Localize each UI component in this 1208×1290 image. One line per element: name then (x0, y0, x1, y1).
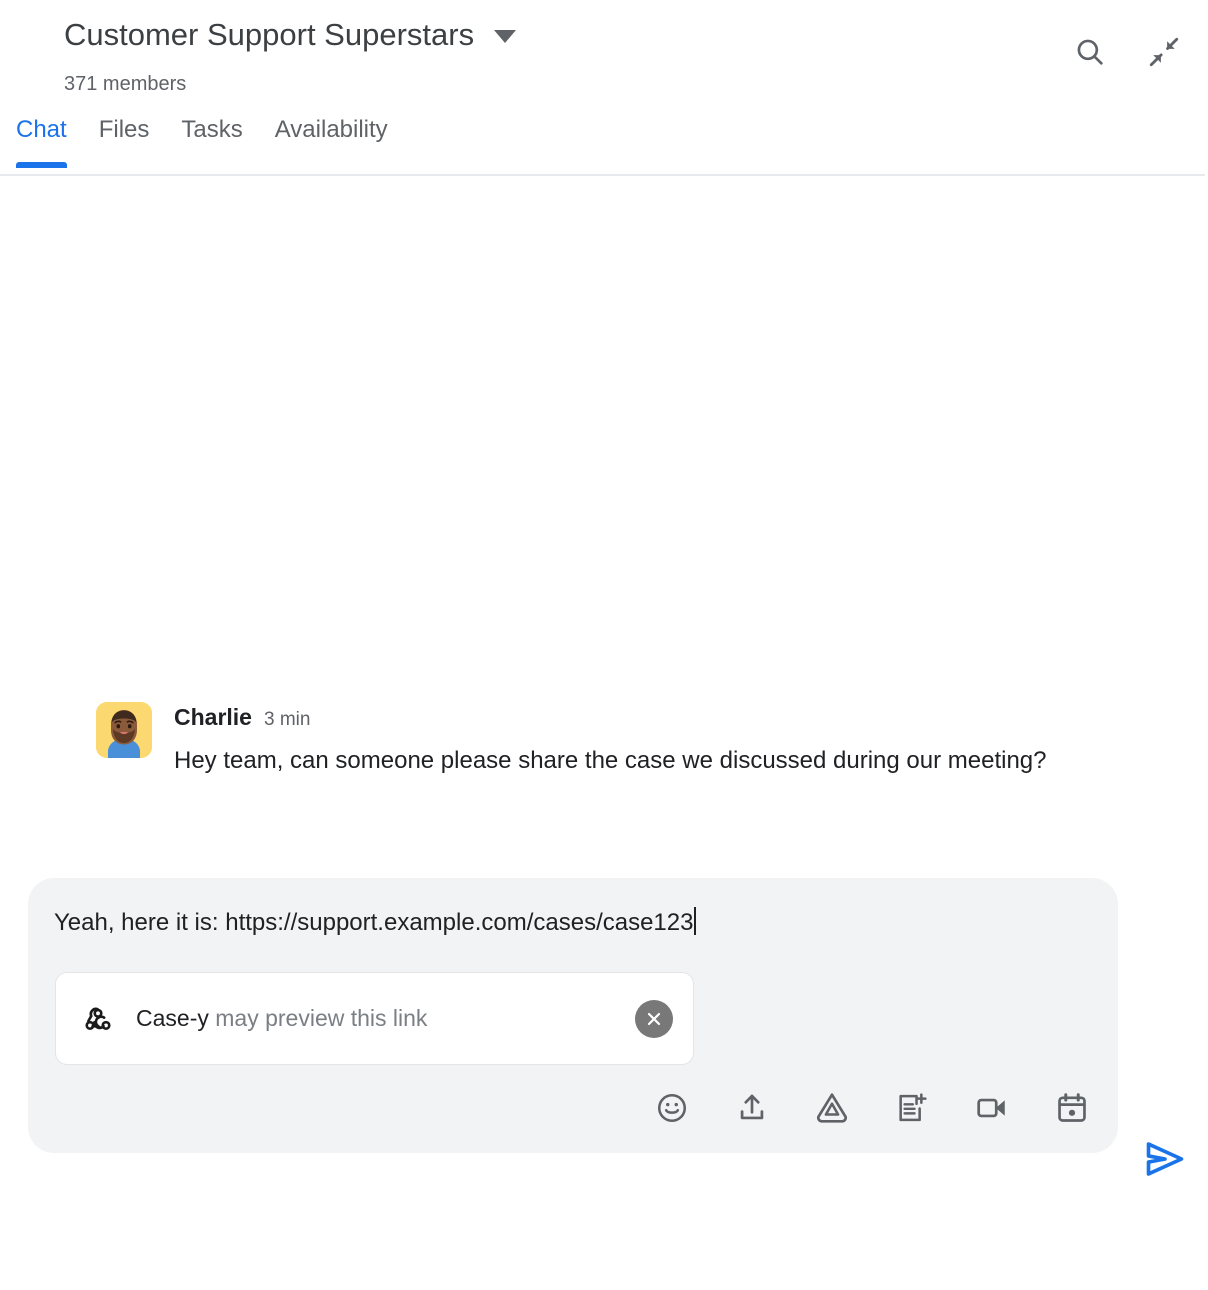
header-actions (1068, 30, 1186, 74)
emoji-button[interactable] (650, 1087, 694, 1131)
google-drive-button[interactable] (810, 1087, 854, 1131)
upload-button[interactable] (730, 1087, 774, 1131)
avatar[interactable] (96, 702, 152, 758)
tab-chat-label: Chat (16, 116, 67, 143)
emoji-icon (655, 1091, 689, 1128)
new-document-button[interactable] (890, 1087, 934, 1131)
text-cursor (694, 907, 697, 935)
message-list: Charlie 3 min Hey team, can someone plea… (0, 176, 1208, 876)
composer-toolbar (28, 1065, 1118, 1153)
message-text: Hey team, can someone please share the c… (174, 747, 1047, 774)
link-preview-chip: Case-y may preview this link (55, 972, 694, 1065)
new-document-icon (895, 1091, 929, 1128)
message-author: Charlie (174, 704, 252, 730)
video-meeting-button[interactable] (970, 1087, 1014, 1131)
tab-files-label: Files (98, 116, 150, 143)
tab-availability[interactable]: Availability (259, 118, 404, 176)
room-title-row[interactable]: Customer Support Superstars (64, 16, 517, 53)
collapse-icon (1147, 35, 1181, 69)
member-count: 371 members (64, 73, 187, 95)
message-body: Charlie 3 min Hey team, can someone plea… (174, 702, 1096, 781)
room-header: Customer Support Superstars 371 members (0, 0, 1208, 176)
calendar-icon (1055, 1091, 1089, 1128)
link-preview-text: Case-y may preview this link (136, 1005, 427, 1032)
search-button[interactable] (1068, 30, 1112, 74)
close-icon[interactable] (635, 999, 673, 1038)
google-drive-icon (815, 1091, 849, 1128)
send-button[interactable] (1137, 1132, 1193, 1188)
webhook-icon (82, 1003, 114, 1035)
message-input-value: Yeah, here it is: https://support.exampl… (54, 909, 694, 936)
tab-files[interactable]: Files (83, 118, 166, 176)
tab-active-indicator (16, 162, 67, 168)
tab-tasks[interactable]: Tasks (165, 118, 258, 176)
link-preview-app-name: Case-y (136, 1005, 209, 1031)
search-icon (1073, 35, 1107, 69)
message-input[interactable]: Yeah, here it is: https://support.exampl… (28, 906, 1118, 940)
tab-indicator (181, 162, 242, 168)
video-camera-icon (975, 1091, 1009, 1128)
upload-icon (735, 1091, 769, 1128)
tab-tasks-label: Tasks (181, 116, 243, 143)
tab-chat[interactable]: Chat (0, 118, 83, 176)
calendar-button[interactable] (1050, 1087, 1094, 1131)
send-icon (1142, 1136, 1188, 1185)
tab-indicator (99, 162, 150, 168)
message-item: Charlie 3 min Hey team, can someone plea… (96, 702, 1096, 781)
message-timestamp: 3 min (263, 709, 311, 730)
tab-indicator (275, 162, 388, 168)
page-title: Customer Support Superstars (64, 17, 475, 52)
message-composer[interactable]: Yeah, here it is: https://support.exampl… (28, 878, 1118, 1153)
chat-room-window: Customer Support Superstars 371 members (0, 0, 1208, 1290)
chevron-down-icon[interactable] (494, 30, 517, 44)
collapse-button[interactable] (1142, 30, 1186, 74)
message-header: Charlie 3 min (174, 704, 1096, 731)
tab-availability-label: Availability (274, 116, 388, 143)
link-preview-hint: may preview this link (208, 1005, 428, 1031)
room-tabs: Chat Files Tasks Availability (0, 118, 404, 176)
